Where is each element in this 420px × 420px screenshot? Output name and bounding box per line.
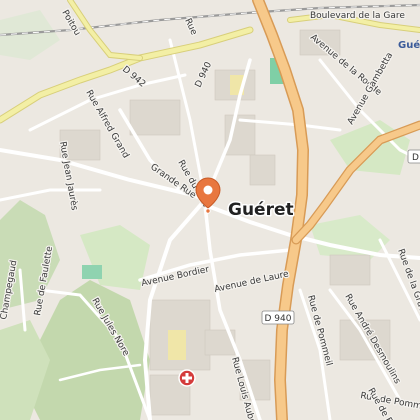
road-shield-d-right-label: D <box>412 153 419 163</box>
map-viewport[interactable]: D 940 D Boulevard de la Gare Poitou Aven… <box>0 0 420 420</box>
city-label-gueret: Guéret <box>228 200 294 220</box>
label-rue-top-left: Rue <box>182 17 198 37</box>
road-shield-d940-bottom-label: D 940 <box>265 314 292 324</box>
label-d940-top: D 940 <box>194 60 215 89</box>
hospital-icon[interactable] <box>178 369 196 387</box>
label-avenue-de-laure: Avenue de Laure <box>214 269 291 295</box>
label-rue-de-pommeil: Rue de Pommeil <box>305 294 333 367</box>
label-boulevard-gare: Boulevard de la Gare <box>310 11 405 21</box>
label-avenue-gambetta: Avenue Gambetta <box>346 51 395 126</box>
label-gueret-station-edge: Gué <box>398 39 420 51</box>
road-shield-d940-bottom: D 940 <box>261 310 295 325</box>
map-canvas[interactable]: D 940 D Boulevard de la Gare Poitou Aven… <box>0 0 420 420</box>
road-shield-d-right: D <box>407 149 420 164</box>
